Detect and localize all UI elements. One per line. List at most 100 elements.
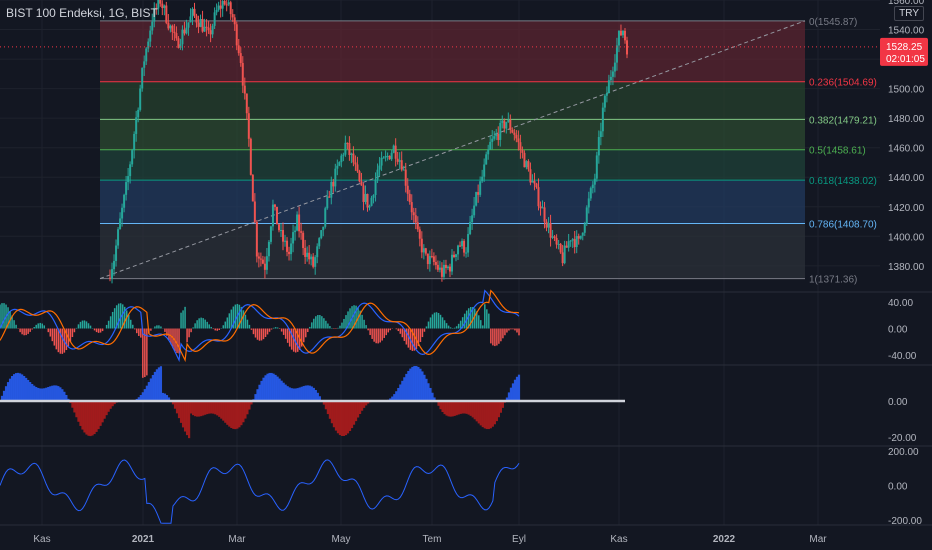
candle-body xyxy=(195,15,198,23)
candle-body xyxy=(265,256,268,270)
candle-body xyxy=(483,164,486,177)
candle-body xyxy=(471,215,474,223)
candle-body xyxy=(583,223,586,233)
candle-body xyxy=(575,236,578,248)
candle-body xyxy=(229,2,232,15)
currency-badge[interactable]: TRY xyxy=(894,6,924,21)
candle-body xyxy=(545,221,548,228)
candle-body xyxy=(587,198,590,208)
candle-body xyxy=(412,212,415,216)
candle-body xyxy=(448,266,451,272)
time-tick-label: Eyl xyxy=(512,534,526,545)
candle-body xyxy=(442,264,445,277)
candle-body xyxy=(428,256,431,265)
osc2-tick-label: -20.00 xyxy=(888,433,917,444)
candle-body xyxy=(308,252,311,260)
candle-body xyxy=(344,142,347,155)
candle-body xyxy=(388,155,391,160)
candle-body xyxy=(372,195,375,198)
candle-body xyxy=(463,240,466,253)
time-tick-label: 2021 xyxy=(132,534,155,545)
candle-body xyxy=(531,180,534,183)
candle-body xyxy=(259,258,262,260)
candle-body xyxy=(145,48,148,62)
candle-body xyxy=(231,14,234,18)
time-axis[interactable]: Kas 2021 Mar May Tem Eyl Kas 2022 Mar xyxy=(33,534,827,545)
candle-body xyxy=(549,223,552,238)
fib-zone xyxy=(100,180,805,224)
candle-body xyxy=(585,207,588,224)
candle-body xyxy=(444,264,447,269)
candle-body xyxy=(597,137,600,156)
candle-body xyxy=(626,40,628,55)
candle-body xyxy=(410,202,413,213)
price-tick-label: 1500.00 xyxy=(888,85,925,96)
candle-body xyxy=(603,95,606,108)
candle-body xyxy=(133,133,136,151)
candle-body xyxy=(362,185,365,202)
candle-body xyxy=(374,179,377,196)
candle-body xyxy=(336,165,339,169)
osc1-tick-label: 0.00 xyxy=(888,325,908,336)
candle-body xyxy=(203,26,206,32)
candle-body xyxy=(322,226,325,231)
candle-body xyxy=(601,107,604,132)
candle-body xyxy=(611,71,614,77)
osc3-tick-label: 200.00 xyxy=(888,447,919,458)
candle-body xyxy=(209,30,212,35)
candle-body xyxy=(269,226,272,242)
candle-body xyxy=(621,30,624,36)
candle-body xyxy=(217,5,220,11)
candle-body xyxy=(135,117,138,134)
candle-body xyxy=(364,193,367,202)
price-tick-label: 1440.00 xyxy=(888,173,925,184)
symbol-title[interactable]: BIST 100 Endeksi, 1G, BIST xyxy=(6,6,158,20)
candle-body xyxy=(267,241,270,257)
candle-body xyxy=(565,245,568,248)
candle-body xyxy=(111,269,114,279)
candle-body xyxy=(205,26,208,28)
candle-body xyxy=(424,248,427,254)
candle-body xyxy=(173,31,176,34)
candle-body xyxy=(489,141,492,150)
candle-body xyxy=(432,256,435,262)
osc3-tick-label: -200.00 xyxy=(888,516,922,527)
candle-body xyxy=(334,168,337,187)
candle-body xyxy=(418,229,421,239)
candle-body xyxy=(613,62,616,72)
candle-body xyxy=(615,45,618,63)
candle-body xyxy=(515,134,518,139)
fib-level-label: 0(1545.87) xyxy=(809,17,857,28)
candle-body xyxy=(294,230,297,233)
candle-body xyxy=(342,154,345,156)
candle-body xyxy=(487,149,490,155)
fib-level-label: 0.5(1458.61) xyxy=(809,146,866,157)
candle-body xyxy=(183,29,186,34)
candle-body xyxy=(225,4,228,6)
candle-body xyxy=(251,174,254,202)
candle-body xyxy=(398,160,401,162)
candle-body xyxy=(396,158,399,162)
candle-body xyxy=(607,80,610,94)
candle-body xyxy=(390,152,393,160)
candle-body xyxy=(292,232,295,244)
candle-body xyxy=(348,143,351,155)
candle-body xyxy=(243,85,246,94)
candle-body xyxy=(505,122,508,129)
candle-body xyxy=(414,215,417,223)
chart-canvas[interactable]: 0(1545.87) 0.236(1504.69) 0.382(1479.21) 0.… xyxy=(0,0,932,550)
candle-body xyxy=(382,157,385,159)
candle-body xyxy=(346,142,349,144)
fib-level-label: 1(1371.36) xyxy=(809,275,857,286)
candle-body xyxy=(213,12,216,26)
candle-body xyxy=(459,245,462,247)
candle-body xyxy=(326,196,329,209)
candle-body xyxy=(386,155,389,157)
candle-body xyxy=(406,185,409,194)
candle-body xyxy=(561,252,564,264)
fib-zone xyxy=(100,119,805,150)
candle-body xyxy=(271,204,274,227)
fib-level-label: 0.382(1479.21) xyxy=(809,115,877,126)
candle-body xyxy=(141,67,144,89)
candle-body xyxy=(177,38,180,48)
